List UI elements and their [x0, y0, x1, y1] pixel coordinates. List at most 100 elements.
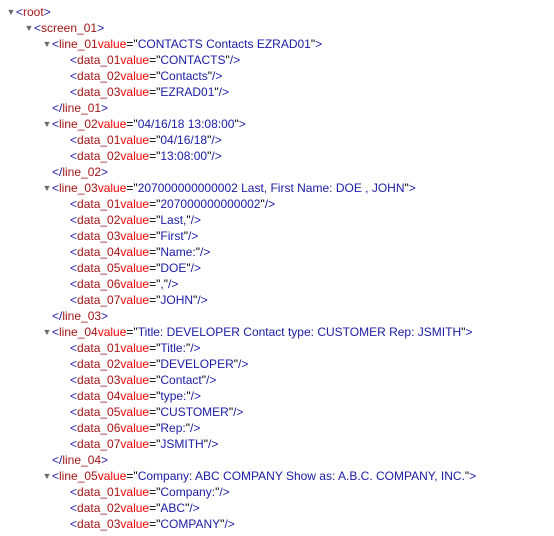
tree-row[interactable]: ▼<data_03 value="First"/> — [6, 228, 548, 244]
tree-row[interactable]: ▼<data_06 value="Rep:"/> — [6, 420, 548, 436]
angle-open-slash: </ — [52, 100, 62, 116]
self-close: /> — [168, 276, 178, 292]
equals-sign: = — [126, 36, 133, 52]
angle-open: < — [70, 436, 77, 452]
expand-toggle-icon[interactable]: ▼ — [6, 4, 16, 20]
tree-row[interactable]: ▼<data_01 value="CONTACTS"/> — [6, 52, 548, 68]
element-name: data_01 — [77, 196, 120, 212]
self-close: /> — [211, 148, 221, 164]
element-name: line_01 — [62, 100, 101, 116]
attribute-value: Contacts — [160, 68, 207, 84]
tree-row[interactable]: ▼<data_01 value="Title:"/> — [6, 340, 548, 356]
tree-row[interactable]: ▼<line_01 value=" CONTACTS Contacts EZRA… — [6, 36, 548, 52]
expand-toggle-icon[interactable]: ▼ — [42, 324, 52, 340]
tree-row[interactable]: ▼<data_04 value="Name:"/> — [6, 244, 548, 260]
equals-sign: = — [149, 276, 156, 292]
tree-row[interactable]: ▼<data_03 value="COMPANY"/> — [6, 516, 548, 532]
element-name: data_03 — [77, 516, 120, 532]
tree-row[interactable]: ▼<data_02 value="ABC"/> — [6, 500, 548, 516]
equals-sign: = — [149, 388, 156, 404]
angle-open: < — [34, 20, 41, 36]
angle-close: > — [469, 468, 476, 484]
element-name: data_03 — [77, 372, 120, 388]
expand-toggle-icon[interactable]: ▼ — [42, 468, 52, 484]
tree-row[interactable]: ▼</line_03> — [6, 308, 548, 324]
self-close: /> — [238, 356, 248, 372]
tree-row[interactable]: ▼<data_07 value="JOHN"/> — [6, 292, 548, 308]
expand-toggle-icon[interactable]: ▼ — [42, 116, 52, 132]
expand-toggle-icon[interactable]: ▼ — [42, 180, 52, 196]
attribute-name: value — [120, 52, 149, 68]
angle-open: < — [52, 116, 59, 132]
element-name: line_04 — [59, 324, 98, 340]
tree-row[interactable]: ▼<data_05 value="DOE"/> — [6, 260, 548, 276]
angle-open: < — [70, 260, 77, 276]
element-name: line_02 — [62, 164, 101, 180]
attribute-name: value — [120, 404, 149, 420]
tree-row[interactable]: ▼</line_04> — [6, 452, 548, 468]
angle-close: > — [101, 164, 108, 180]
attribute-name: value — [120, 356, 149, 372]
attribute-value: DOE — [160, 260, 186, 276]
element-name: line_03 — [59, 180, 98, 196]
attribute-name: value — [98, 468, 127, 484]
self-close: /> — [191, 388, 201, 404]
tree-row[interactable]: ▼<data_03 value="Contact"/> — [6, 372, 548, 388]
element-name: root — [23, 4, 44, 20]
expand-toggle-icon[interactable]: ▼ — [42, 36, 52, 52]
tree-row[interactable]: ▼<data_02 value="13:08:00"/> — [6, 148, 548, 164]
angle-open: < — [70, 388, 77, 404]
element-name: data_02 — [77, 500, 120, 516]
tree-row[interactable]: ▼<data_01 value="207000000000002"/> — [6, 196, 548, 212]
tree-row[interactable]: ▼<data_02 value="Last,"/> — [6, 212, 548, 228]
tree-row[interactable]: ▼<root> — [6, 4, 548, 20]
angle-open: < — [70, 484, 77, 500]
self-close: /> — [211, 132, 221, 148]
tree-row[interactable]: ▼<line_03 value=" 207000000000002 Last, … — [6, 180, 548, 196]
element-name: data_07 — [77, 292, 120, 308]
tree-row[interactable]: ▼<data_02 value="DEVELOPER"/> — [6, 356, 548, 372]
attribute-value: ABC — [160, 500, 185, 516]
expand-toggle-icon[interactable]: ▼ — [24, 20, 34, 36]
element-name: data_01 — [77, 132, 120, 148]
self-close: /> — [219, 484, 229, 500]
tree-row[interactable]: ▼<data_04 value="type:"/> — [6, 388, 548, 404]
element-name: data_03 — [77, 228, 120, 244]
tree-row[interactable]: ▼<line_02 value=" 04/16/18 13:08:00"> — [6, 116, 548, 132]
element-name: screen_01 — [41, 20, 97, 36]
angle-open: < — [70, 196, 77, 212]
attribute-value: COMPANY — [160, 516, 220, 532]
attribute-name: value — [120, 516, 149, 532]
angle-open: < — [70, 340, 77, 356]
tree-row[interactable]: ▼<data_03 value="EZRAD01"/> — [6, 84, 548, 100]
tree-row[interactable]: ▼</line_02> — [6, 164, 548, 180]
tree-row[interactable]: ▼<screen_01> — [6, 20, 548, 36]
attribute-value: First — [160, 228, 183, 244]
attribute-name: value — [120, 420, 149, 436]
attribute-value: Name: — [160, 244, 195, 260]
element-name: data_07 — [77, 436, 120, 452]
tree-row[interactable]: ▼<data_05 value="CUSTOMER"/> — [6, 404, 548, 420]
angle-open-slash: </ — [52, 452, 62, 468]
self-close: /> — [197, 292, 207, 308]
element-name: data_04 — [77, 388, 120, 404]
angle-close: > — [97, 20, 104, 36]
equals-sign: = — [126, 180, 133, 196]
tree-row[interactable]: ▼<line_05 value=" Company: ABC COMPANY S… — [6, 468, 548, 484]
tree-row[interactable]: ▼<data_06 value=","/> — [6, 276, 548, 292]
angle-open: < — [70, 132, 77, 148]
self-close: /> — [191, 260, 201, 276]
angle-open-slash: </ — [52, 164, 62, 180]
xml-tree-viewer: ▼<root>▼<screen_01>▼<line_01 value=" CON… — [6, 4, 548, 532]
tree-row[interactable]: ▼<data_02 value="Contacts"/> — [6, 68, 548, 84]
attribute-value: 04/16/18 13:08:00 — [138, 116, 235, 132]
attribute-name: value — [120, 244, 149, 260]
tree-row[interactable]: ▼<data_01 value="04/16/18"/> — [6, 132, 548, 148]
element-name: data_03 — [77, 84, 120, 100]
element-name: data_02 — [77, 212, 120, 228]
tree-row[interactable]: ▼<data_07 value="JSMITH"/> — [6, 436, 548, 452]
tree-row[interactable]: ▼<data_01 value="Company:"/> — [6, 484, 548, 500]
tree-row[interactable]: ▼<line_04 value=" Title: DEVELOPER Conta… — [6, 324, 548, 340]
tree-row[interactable]: ▼</line_01> — [6, 100, 548, 116]
equals-sign: = — [149, 148, 156, 164]
